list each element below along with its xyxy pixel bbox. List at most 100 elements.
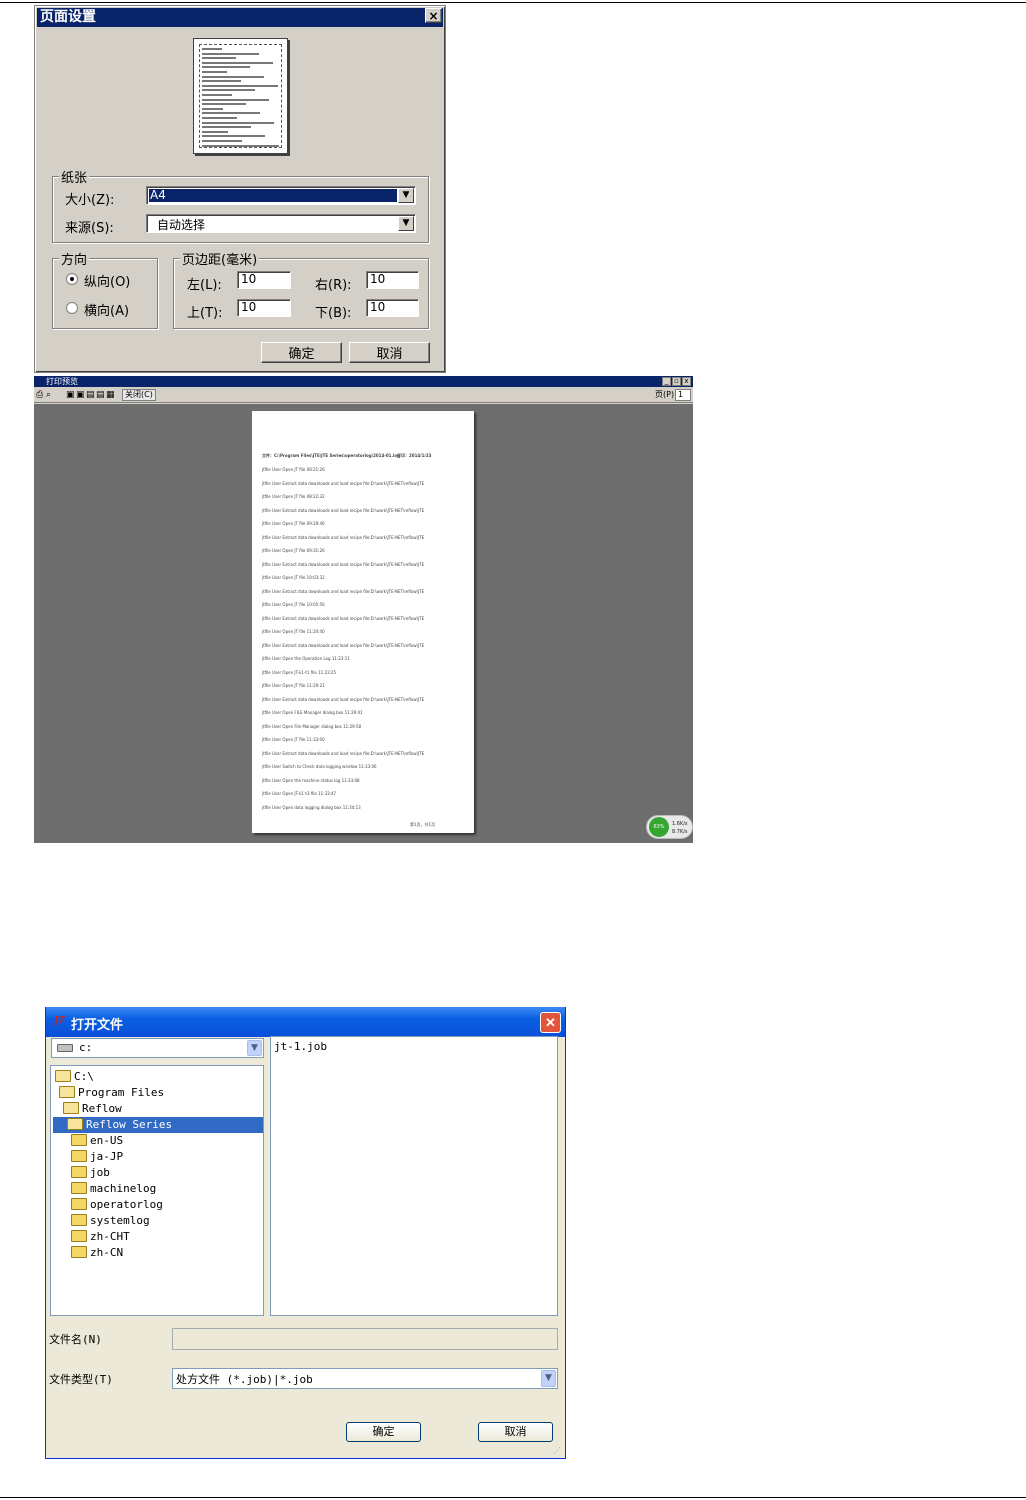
- folder-tree-item[interactable]: ja-JP: [71, 1149, 123, 1165]
- paper-group-label: 纸张: [59, 167, 90, 186]
- close-icon[interactable]: ✕: [540, 1012, 561, 1033]
- folder-icon: [71, 1198, 87, 1210]
- paper-source-value: 自动选择: [157, 218, 206, 232]
- folder-tree-item[interactable]: zh-CN: [71, 1245, 123, 1261]
- open-ok-button[interactable]: 确定: [346, 1422, 421, 1442]
- doc-printed-date: 打印：2014/1/23: [397, 453, 432, 458]
- print-preview-titlebar: 打印预览: [34, 376, 693, 387]
- close-preview-button[interactable]: 关闭(C): [122, 389, 156, 401]
- log-row: jtfile User Open the Operation Log 11:23…: [262, 656, 350, 661]
- log-row: jtfile User Open data logging dialog box…: [262, 804, 361, 810]
- folder-tree-item[interactable]: Reflow Series: [53, 1117, 263, 1133]
- paper-size-select[interactable]: A4 ▼: [146, 186, 416, 205]
- log-row: jtfile User Switch to Check data logging…: [262, 764, 377, 769]
- folder-tree-item[interactable]: en-US: [71, 1133, 123, 1149]
- maximize-button[interactable]: ▫: [672, 377, 681, 386]
- six-pages-icon[interactable]: ▦: [106, 390, 115, 400]
- folder-label: en-US: [90, 1134, 124, 1147]
- right-margin-input[interactable]: 10: [366, 271, 419, 289]
- open-dialog-title: 打开文件: [71, 1018, 124, 1033]
- open-dialog-titlebar: JT 打开文件 ✕: [46, 1007, 565, 1037]
- portrait-label[interactable]: 纵向(O): [84, 271, 130, 290]
- top-margin-label: 上(T):: [187, 306, 223, 321]
- chevron-down-icon[interactable]: ▼: [247, 1040, 262, 1056]
- zoom-icon[interactable]: ⌕: [46, 390, 51, 400]
- left-margin-input[interactable]: 10: [237, 271, 291, 289]
- chevron-down-icon[interactable]: ▼: [398, 188, 414, 203]
- right-margin-label: 右(R):: [315, 278, 352, 293]
- log-row: jtfile User Open JT file 10:03:32: [262, 575, 325, 580]
- page-setup-close-button[interactable]: ×: [425, 8, 442, 23]
- log-row: jtfile User Extract data downloads and l…: [262, 480, 425, 486]
- bottom-margin-input[interactable]: 10: [366, 299, 419, 317]
- thumbnail-text-line: [202, 121, 274, 124]
- filename-input[interactable]: [172, 1328, 558, 1350]
- thumbnail-text-line: [202, 126, 251, 129]
- log-row: jtfile User Open JT file 08:22:32: [262, 494, 325, 499]
- folder-tree-item[interactable]: C:\: [55, 1069, 94, 1085]
- folder-label: zh-CHT: [90, 1230, 130, 1243]
- print-icon[interactable]: ⎙: [36, 390, 43, 400]
- file-item[interactable]: jt-1.job: [274, 1040, 327, 1053]
- open-folder-icon: [63, 1102, 79, 1114]
- thumbnail-text-line: [202, 135, 265, 138]
- folder-tree-item[interactable]: machinelog: [71, 1181, 156, 1197]
- one-page-icon[interactable]: ▣: [66, 390, 75, 400]
- page-setup-title: 页面设置: [40, 9, 96, 25]
- paper-size-value: A4: [149, 189, 397, 202]
- page-number-spinner[interactable]: 1: [675, 389, 691, 401]
- four-pages-icon[interactable]: ▤: [96, 390, 105, 400]
- folder-icon: [71, 1214, 87, 1226]
- filetype-select[interactable]: 处方文件 (*.job)|*.job ▼: [172, 1368, 558, 1389]
- three-pages-icon[interactable]: ▤: [86, 390, 95, 400]
- folder-tree-item[interactable]: Program Files: [59, 1085, 164, 1101]
- top-margin-input[interactable]: 10: [237, 299, 291, 317]
- landscape-label[interactable]: 横向(A): [84, 300, 129, 319]
- chevron-down-icon[interactable]: ▼: [541, 1370, 556, 1387]
- log-row: jtfile User Open the machine status log …: [262, 777, 360, 783]
- thumbnail-text-line: [202, 98, 269, 101]
- thumbnail-text-line: [202, 117, 237, 119]
- log-row: jtfile User Open JT file 11:20:40: [262, 629, 325, 634]
- minimize-button[interactable]: _: [662, 377, 671, 386]
- thumbnail-text-line: [202, 71, 227, 73]
- log-row: jtfile User Extract data downloads and l…: [262, 507, 425, 513]
- log-row: jtfile User Open File Manager dialog box…: [262, 723, 362, 729]
- preview-paper: 文件：C:\Program Files\JTE\JTE Series\opera…: [252, 411, 474, 833]
- file-list[interactable]: jt-1.job: [270, 1036, 558, 1316]
- portrait-radio[interactable]: [66, 273, 78, 285]
- log-row: jtfile User Extract data downloads and l…: [262, 750, 425, 756]
- folder-icon: [71, 1182, 87, 1194]
- paper-source-select[interactable]: 自动选择 ▼: [146, 214, 416, 233]
- source-label: 来源(S):: [65, 221, 114, 236]
- doc-footer: 第1页，共1页: [410, 822, 436, 827]
- filetype-label: 文件类型(T): [49, 1373, 113, 1386]
- two-pages-icon[interactable]: ▣: [76, 390, 85, 400]
- folder-label: C:\: [74, 1070, 94, 1083]
- folder-tree-item[interactable]: zh-CHT: [71, 1229, 130, 1245]
- print-preview-title: 打印预览: [46, 377, 78, 386]
- landscape-radio[interactable]: [66, 302, 78, 314]
- resize-grip-icon[interactable]: ⋰: [553, 1446, 563, 1456]
- thumbnail-text-line: [202, 94, 232, 96]
- bottom-margin-label: 下(B):: [315, 306, 352, 321]
- folder-tree-item[interactable]: Reflow: [63, 1101, 122, 1117]
- drive-select[interactable]: c: ▼: [51, 1038, 264, 1058]
- open-cancel-button[interactable]: 取消: [478, 1422, 553, 1442]
- size-label: 大小(Z):: [65, 193, 115, 208]
- ok-button[interactable]: 确定: [261, 342, 342, 363]
- upload-speed: 1.6K/s: [672, 821, 688, 827]
- cancel-button[interactable]: 取消: [349, 342, 430, 363]
- orientation-group-label: 方向: [59, 249, 90, 268]
- log-row: jtfile User Open JT file 09:29:46: [262, 521, 325, 526]
- chevron-down-icon[interactable]: ▼: [398, 216, 414, 231]
- open-file-dialog: JT 打开文件 ✕ c: ▼ jt-1.job C:\ Program Files…: [45, 1007, 566, 1459]
- folder-label: Program Files: [78, 1086, 165, 1099]
- window-close-button[interactable]: x: [682, 377, 691, 386]
- thumbnail-text-line: [202, 107, 223, 110]
- folder-tree-item[interactable]: operatorlog: [71, 1197, 163, 1213]
- folder-tree-item[interactable]: systemlog: [71, 1213, 150, 1229]
- folder-tree-item[interactable]: job: [71, 1165, 110, 1181]
- folder-tree[interactable]: C:\ Program Files Reflow Reflow Series en-US…: [50, 1065, 264, 1316]
- log-row: jtfile User Open JT file 10:05:56: [262, 602, 325, 607]
